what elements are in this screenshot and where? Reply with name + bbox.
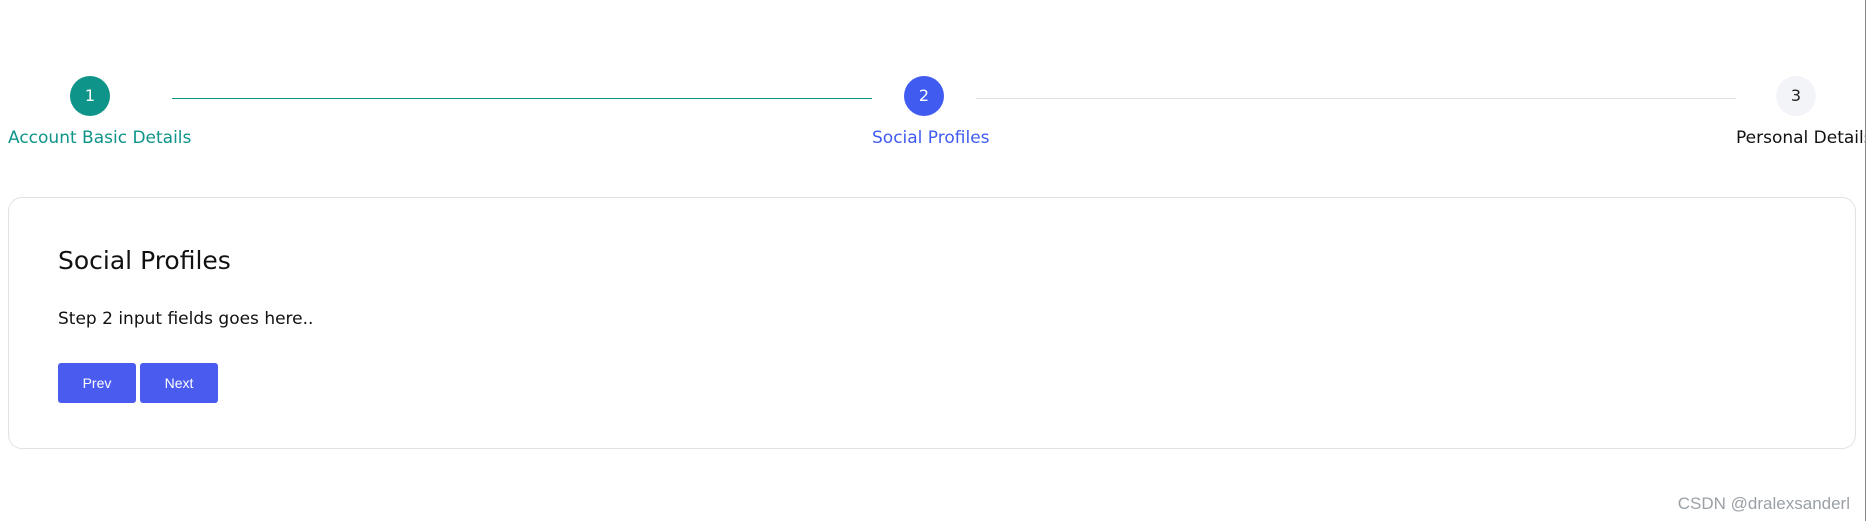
card-title: Social Profiles	[58, 246, 231, 275]
page: 1 Account Basic Details 2 Social Profile…	[0, 0, 1866, 521]
step-3-number: 3	[1790, 86, 1802, 105]
step-2-indicator[interactable]: 2	[904, 76, 944, 116]
step-1-number: 1	[84, 86, 96, 105]
watermark: CSDN @dralexsanderl	[1677, 494, 1850, 513]
step-2-3-connector	[976, 98, 1736, 99]
step-1-2-connector	[172, 98, 872, 99]
step-content-card: Social Profiles Step 2 input fields goes…	[8, 197, 1856, 449]
step-1-label[interactable]: Account Basic Details	[8, 128, 191, 148]
prev-button[interactable]: Prev	[58, 363, 136, 403]
step-2-number: 2	[918, 86, 930, 105]
step-3-indicator[interactable]: 3	[1776, 76, 1816, 116]
stepper: 1 Account Basic Details 2 Social Profile…	[0, 0, 1866, 170]
card-text: Step 2 input fields goes here..	[58, 309, 314, 329]
step-2-label[interactable]: Social Profiles	[872, 128, 990, 148]
next-button[interactable]: Next	[140, 363, 218, 403]
step-3-label[interactable]: Personal Details	[1736, 128, 1866, 148]
step-1-indicator[interactable]: 1	[70, 76, 110, 116]
